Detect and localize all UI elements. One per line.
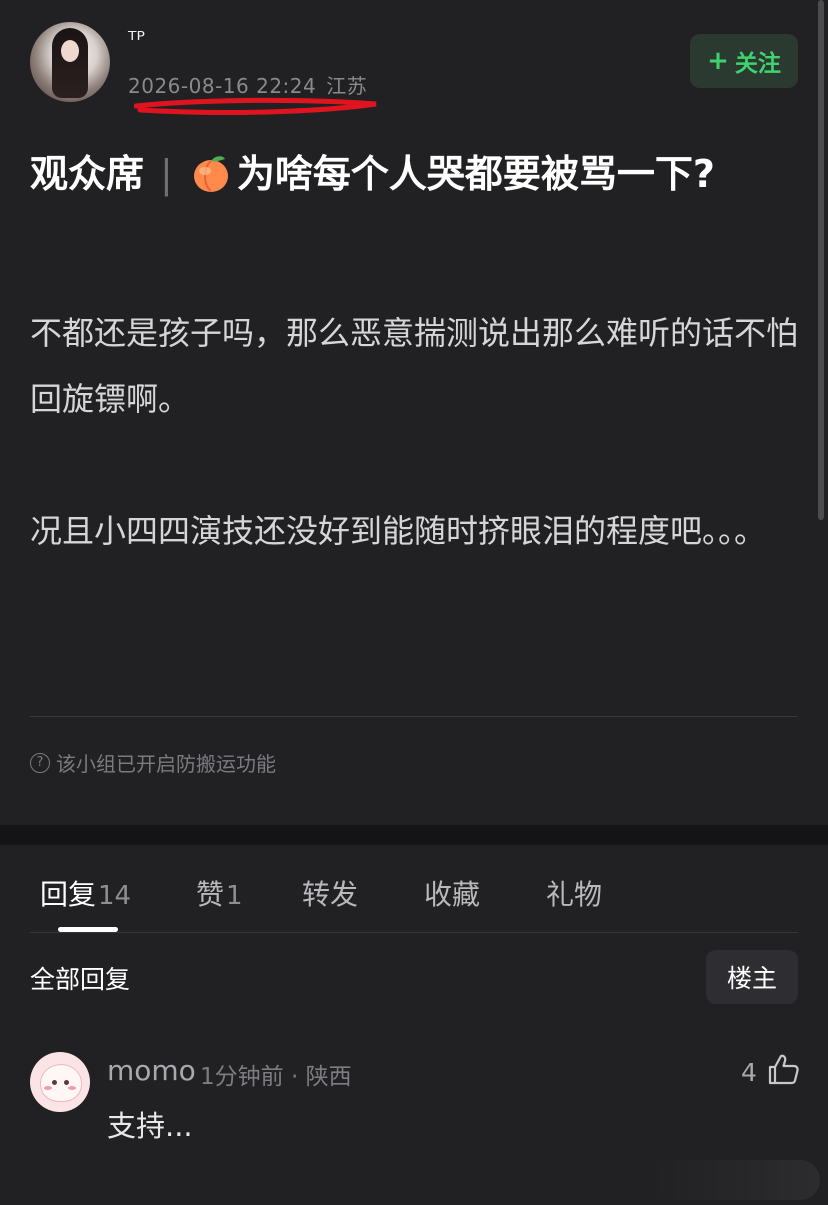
- title-separator: |: [160, 152, 173, 196]
- watermark: [650, 1160, 820, 1200]
- avatar-cheek: [68, 1086, 76, 1090]
- avatar-cheek: [44, 1086, 52, 1090]
- comment-text: 支持...: [107, 1109, 193, 1143]
- red-annotation-underline: [134, 97, 377, 115]
- avatar-eye: [64, 1080, 69, 1085]
- divider: [30, 932, 798, 933]
- tab-label: 赞: [196, 878, 225, 911]
- peach-emoji-icon: [189, 150, 233, 194]
- tab-reposts[interactable]: 转发: [302, 873, 358, 913]
- plus-icon: +: [707, 46, 729, 76]
- post-body: 不都还是孩子吗，那么恶意揣测说出那么难听的话不怕回旋镖啊。 况且小四四演技还没好…: [30, 300, 800, 564]
- tab-count: 14: [98, 881, 132, 911]
- post-title: 观众席 | 为啥每个人哭都要被骂一下?: [30, 142, 800, 206]
- op-only-filter-button[interactable]: 楼主: [706, 950, 798, 1004]
- notice-text: 该小组已开启防搬运功能: [56, 752, 276, 776]
- thumbs-up-icon[interactable]: [766, 1052, 800, 1086]
- section-gap: [0, 825, 828, 845]
- comment-author[interactable]: momo: [107, 1054, 196, 1087]
- commenter-avatar[interactable]: [30, 1052, 90, 1112]
- comment-region: 陕西: [305, 1064, 352, 1090]
- post-title-text: 为啥每个人哭都要被骂一下?: [236, 152, 715, 196]
- avatar-character: [40, 1064, 82, 1102]
- tab-likes[interactable]: 赞1: [196, 873, 243, 913]
- author-name[interactable]: ᵀᴾ: [128, 28, 145, 53]
- meta-dot: ·: [290, 1064, 299, 1090]
- tab-label: 收藏: [424, 878, 481, 911]
- avatar-face: [61, 40, 79, 62]
- tab-label: 礼物: [546, 878, 603, 911]
- post-detail-page: ᵀᴾ 2026-08-16 22:24 江苏 + 关注 观众席 | 为啥每个人哭都要…: [0, 0, 828, 1205]
- scrollbar[interactable]: [818, 0, 824, 520]
- avatar-eye: [52, 1080, 57, 1085]
- tab-favorites[interactable]: 收藏: [424, 873, 480, 913]
- interaction-tabs: 回复14 赞1 转发 收藏 礼物: [0, 845, 828, 933]
- author-avatar[interactable]: [30, 22, 110, 102]
- all-replies-heading: 全部回复: [30, 965, 131, 994]
- post-date: 2026-08-16 22:24: [128, 74, 317, 98]
- post-paragraph: 不都还是孩子吗，那么恶意揣测说出那么难听的话不怕回旋镖啊。: [30, 314, 799, 418]
- post-region: 江苏: [326, 74, 368, 98]
- tab-label: 回复: [40, 878, 97, 911]
- post-group[interactable]: 观众席: [30, 152, 144, 196]
- tab-replies[interactable]: 回复14: [40, 873, 131, 913]
- follow-button[interactable]: + 关注: [690, 34, 798, 88]
- follow-label: 关注: [734, 51, 781, 77]
- anti-repost-notice: ? 该小组已开启防搬运功能: [30, 748, 276, 777]
- tab-count: 1: [226, 881, 243, 911]
- comment-meta: 1分钟前 · 陕西: [200, 1057, 352, 1091]
- post-meta: 2026-08-16 22:24 江苏: [128, 70, 367, 99]
- help-circle-icon[interactable]: ?: [30, 752, 50, 773]
- comment-time: 1分钟前: [200, 1064, 284, 1090]
- tab-gifts[interactable]: 礼物: [546, 873, 602, 913]
- avatar-hair: [52, 28, 88, 98]
- comment-like-count: 4: [741, 1058, 757, 1087]
- divider: [30, 716, 798, 717]
- post-paragraph: 况且小四四演技还没好到能随时挤眼泪的程度吧。。。: [30, 512, 767, 550]
- tab-label: 转发: [302, 878, 359, 911]
